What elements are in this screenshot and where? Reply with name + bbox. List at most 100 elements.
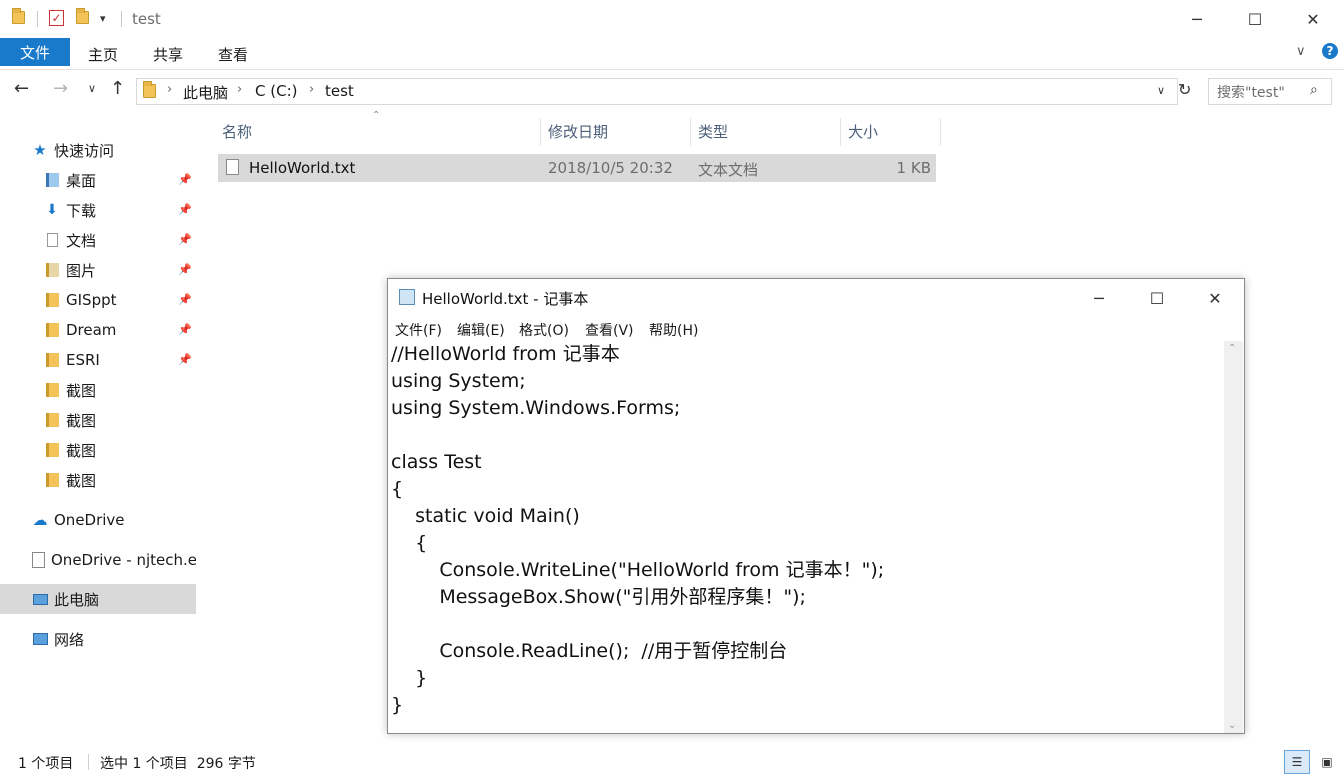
sidebar-item-label: 截图 [66,411,97,430]
code-line: using System; [391,370,526,392]
documents-folder-icon [44,232,60,248]
sidebar-item-screenshot[interactable]: 截图 [44,465,196,495]
file-name: HelloWorld.txt [249,159,356,177]
column-header-modified[interactable]: 修改日期 [548,118,608,144]
menu-format[interactable]: 格式(O) [519,320,569,340]
pin-icon[interactable]: 📌 [178,173,192,186]
pin-icon[interactable]: 📌 [178,263,192,276]
text-file-icon [226,159,239,175]
scroll-down-icon[interactable]: ⌄ [1228,720,1236,731]
column-divider[interactable] [690,118,691,146]
sidebar-this-pc[interactable]: 此电脑 [0,584,196,614]
address-history-icon[interactable]: ∨ [1157,84,1165,97]
document-icon [32,552,45,568]
maximize-button[interactable]: ☐ [1226,0,1284,38]
new-folder-icon[interactable] [76,8,89,24]
menu-edit[interactable]: 编辑(E) [457,320,505,340]
search-input[interactable]: 搜索"test" ⌕ [1208,78,1332,105]
folder-icon [44,412,60,428]
breadcrumb-test[interactable]: test [325,82,354,100]
chevron-right-icon[interactable]: › [309,82,314,97]
breadcrumb-this-pc[interactable]: 此电脑 [183,82,228,103]
address-bar[interactable]: › 此电脑 › C (C:) › test ∨ [136,78,1178,105]
column-divider[interactable] [940,118,941,146]
sidebar-item-downloads[interactable]: ⬇ 下载 📌 [44,195,196,225]
code-line: //HelloWorld from 记事本 [391,343,620,365]
help-icon[interactable]: ? [1322,43,1338,59]
code-line: static void Main() [391,505,580,527]
properties-icon[interactable]: ✓ [49,10,64,26]
column-header-type[interactable]: 类型 [698,118,728,144]
maximize-button[interactable]: ☐ [1128,279,1186,317]
pin-icon[interactable]: 📌 [178,323,192,336]
close-button[interactable]: ✕ [1284,0,1342,38]
up-button[interactable]: ↑ [110,78,125,99]
sidebar-item-label: 桌面 [66,171,97,190]
sidebar-onedrive[interactable]: ☁ OneDrive [32,505,196,535]
close-button[interactable]: ✕ [1186,279,1244,317]
pin-icon[interactable]: 📌 [178,293,192,306]
code-line: } [391,667,428,689]
tab-view[interactable]: 查看 [218,44,248,65]
pictures-folder-icon [44,262,60,278]
menu-help[interactable]: 帮助(H) [649,320,698,340]
tab-home[interactable]: 主页 [88,44,118,65]
sidebar-item-dream[interactable]: Dream 📌 [44,315,196,345]
code-line: using System.Windows.Forms; [391,397,681,419]
sidebar-item-documents[interactable]: 文档 📌 [44,225,196,255]
sidebar-item-pictures[interactable]: 图片 📌 [44,255,196,285]
sidebar-item-esri[interactable]: ESRI 📌 [44,345,196,375]
pin-icon[interactable]: 📌 [178,233,192,246]
network-icon [32,631,48,647]
column-header-name[interactable]: 名称 [222,118,252,144]
search-icon: ⌕ [1310,82,1318,98]
sidebar-item-gisppt[interactable]: GISppt 📌 [44,285,196,315]
forward-button[interactable]: → [53,78,68,99]
menu-file[interactable]: 文件(F) [395,320,442,340]
sidebar-item-desktop[interactable]: 桌面 📌 [44,165,196,195]
column-divider[interactable] [540,118,541,146]
notepad-title-bar[interactable]: HelloWorld.txt - 记事本 ─ ☐ ✕ [388,279,1244,317]
minimize-button[interactable]: ─ [1070,279,1128,317]
recent-locations-icon[interactable]: ∨ [88,82,96,95]
menu-view[interactable]: 查看(V) [585,320,634,340]
chevron-right-icon[interactable]: › [237,82,242,97]
customize-toolbar-icon[interactable]: ▾ [100,12,106,25]
sidebar-quick-access[interactable]: ★ 快速访问 [32,135,196,165]
details-view-button[interactable]: ☰ [1284,750,1310,774]
column-header-size[interactable]: 大小 [848,118,878,144]
sidebar-item-label: 截图 [66,471,97,490]
folder-icon [12,8,25,24]
sidebar-item-label: 快速访问 [54,141,115,160]
large-icons-view-button[interactable]: ▣ [1314,750,1340,774]
scroll-up-icon[interactable]: ⌃ [1228,343,1236,354]
sidebar-item-screenshot[interactable]: 截图 [44,375,196,405]
code-line: } [391,694,404,716]
sort-ascending-icon: ⌃ [372,110,381,121]
sidebar-item-label: GISppt [66,291,117,309]
notepad-text-area[interactable]: //HelloWorld from 记事本 using System; usin… [391,341,1223,731]
sidebar-onedrive-org[interactable]: OneDrive - njtech.e [32,545,196,575]
column-divider[interactable] [840,118,841,146]
sidebar-network[interactable]: 网络 [32,624,196,654]
breadcrumb-c-drive[interactable]: C (C:) [255,82,297,100]
notepad-window[interactable]: HelloWorld.txt - 记事本 ─ ☐ ✕ 文件(F) 编辑(E) 格… [387,278,1245,734]
minimize-button[interactable]: ─ [1168,0,1226,38]
download-folder-icon: ⬇ [46,202,58,218]
chevron-right-icon[interactable]: › [167,82,172,97]
pin-icon[interactable]: 📌 [178,203,192,216]
status-selection: 选中 1 个项目 296 字节 [100,756,256,772]
refresh-icon[interactable]: ↻ [1178,80,1191,99]
vertical-scrollbar[interactable]: ⌃ ⌄ [1224,341,1243,733]
folder-icon [44,292,60,308]
pin-icon[interactable]: 📌 [178,353,192,366]
table-row[interactable]: HelloWorld.txt 2018/10/5 20:32 文本文档 1 KB [218,154,936,182]
tab-file[interactable]: 文件 [0,38,70,66]
expand-ribbon-icon[interactable]: ∨ [1296,44,1306,59]
tab-share[interactable]: 共享 [153,44,183,65]
sidebar-item-screenshot[interactable]: 截图 [44,435,196,465]
back-button[interactable]: ← [14,78,29,99]
sidebar-item-label: OneDrive [54,511,125,529]
sidebar-item-screenshot[interactable]: 截图 [44,405,196,435]
